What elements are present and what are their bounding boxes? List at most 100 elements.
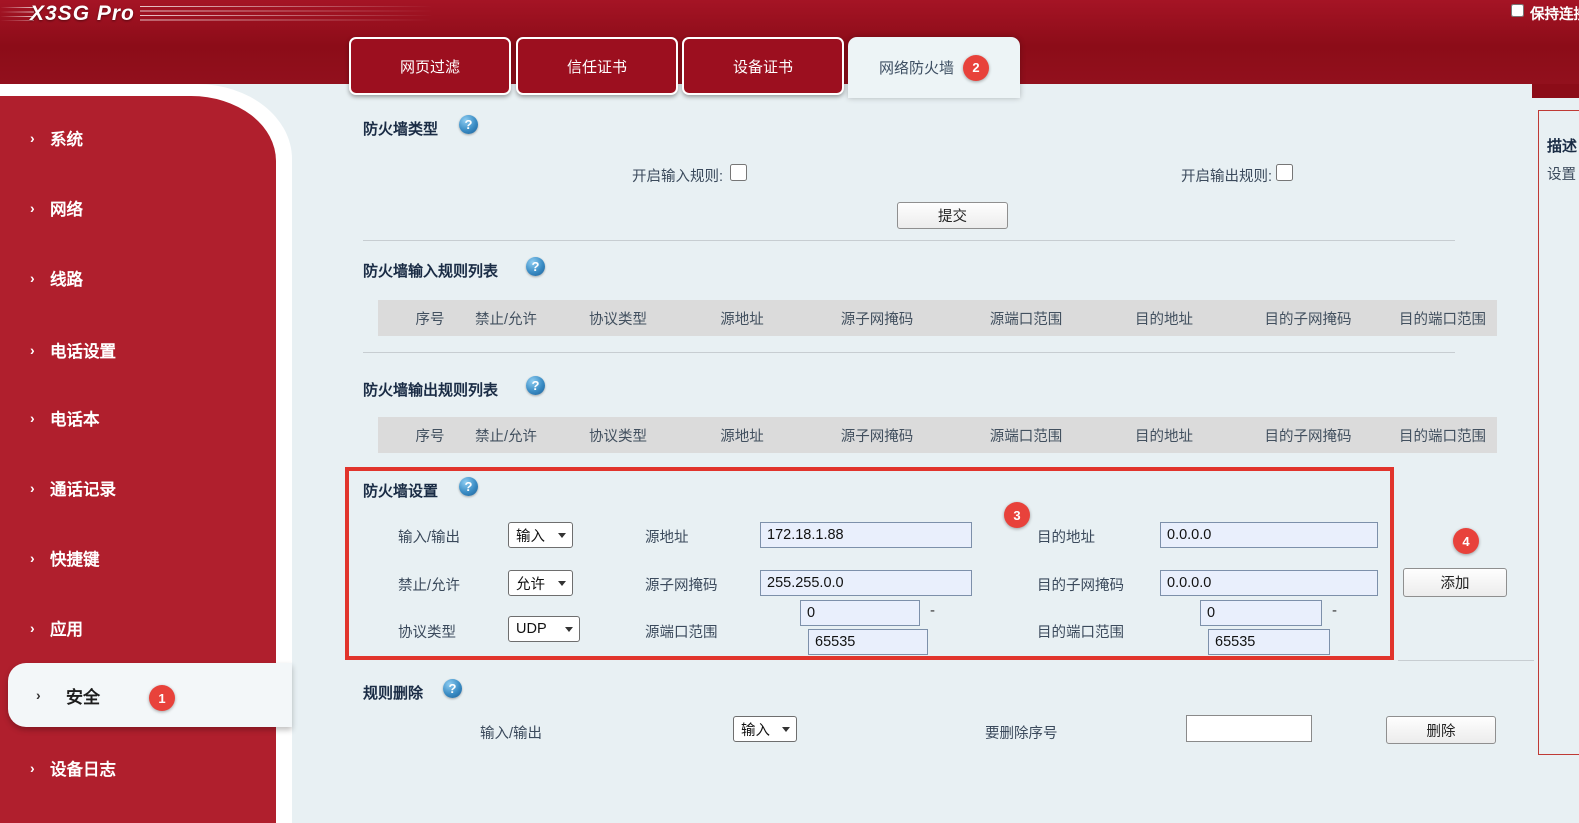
add-button[interactable]: 添加 xyxy=(1403,568,1507,597)
dst-port-range-label: 目的端口范围 xyxy=(1037,621,1124,642)
divider xyxy=(363,240,1455,241)
src-port-end-input[interactable] xyxy=(808,629,928,655)
sidebar-item-line[interactable]: › 线路 xyxy=(0,266,276,290)
dst-port-end-input[interactable] xyxy=(1208,629,1330,655)
sidebar-item-label: 网络 xyxy=(50,196,83,220)
tab-trust-certificates[interactable]: 信任证书 xyxy=(516,37,678,95)
help-icon[interactable] xyxy=(459,477,478,496)
sidebar-item-application[interactable]: › 应用 xyxy=(0,616,276,640)
tab-label: 网络防火墙 xyxy=(879,57,954,78)
column-header: 源子网掩码 xyxy=(802,308,952,329)
sidebar-item-device-log[interactable]: › 设备日志 xyxy=(0,756,276,780)
sidebar-item-label: 电话本 xyxy=(50,406,100,430)
help-icon[interactable] xyxy=(443,679,462,698)
step-4-badge: 4 xyxy=(1453,528,1479,554)
chevron-right-icon: › xyxy=(30,130,35,146)
delete-direction-select[interactable]: 输入 xyxy=(733,716,797,742)
enable-output-rules-checkbox[interactable] xyxy=(1276,164,1293,181)
sidebar-item-system[interactable]: › 系统 xyxy=(0,126,276,150)
sidebar-item-function-key[interactable]: › 快捷键 xyxy=(0,546,276,570)
logo-speedlines-right-icon xyxy=(140,6,460,22)
src-addr-input[interactable] xyxy=(760,522,972,548)
input-rules-header-row: 序号 禁止/允许 协议类型 源地址 源子网掩码 源端口范围 目的地址 目的子网掩… xyxy=(378,300,1497,336)
firewall-settings-title: 防火墙设置 xyxy=(363,480,438,501)
deny-permit-select-value: 允许 xyxy=(516,573,545,594)
tab-label: 网页过滤 xyxy=(400,56,460,77)
step-1-badge: 1 xyxy=(149,685,175,711)
sidebar-item-label: 通话记录 xyxy=(50,476,116,500)
delete-serial-input[interactable] xyxy=(1186,715,1312,742)
range-separator: - xyxy=(930,602,935,619)
help-icon[interactable] xyxy=(526,376,545,395)
tab-label: 设备证书 xyxy=(733,56,793,77)
sidebar-item-network[interactable]: › 网络 xyxy=(0,196,276,220)
column-header: 目的地址 xyxy=(1100,308,1228,329)
sidebar-item-label: 应用 xyxy=(50,616,83,640)
dst-addr-label: 目的地址 xyxy=(1037,526,1095,547)
description-panel-text: 设置 xyxy=(1547,163,1579,184)
sidebar-item-phone-settings[interactable]: › 电话设置 xyxy=(0,338,276,362)
src-mask-input[interactable] xyxy=(760,570,972,596)
sidebar-item-call-log[interactable]: › 通话记录 xyxy=(0,476,276,500)
direction-select-value: 输入 xyxy=(516,525,545,546)
column-header: 源子网掩码 xyxy=(802,425,952,446)
chevron-right-icon: › xyxy=(30,760,35,776)
help-icon[interactable] xyxy=(459,115,478,134)
delete-direction-label: 输入/输出 xyxy=(480,722,542,743)
keep-online-checkbox[interactable] xyxy=(1511,4,1524,17)
column-header: 源端口范围 xyxy=(952,308,1100,329)
dst-port-start-input[interactable] xyxy=(1200,600,1322,626)
input-rules-title: 防火墙输入规则列表 xyxy=(363,260,498,281)
chevron-right-icon: › xyxy=(36,687,41,703)
range-separator: - xyxy=(1332,602,1337,619)
sidebar-item-label: 电话设置 xyxy=(50,338,116,362)
enable-input-rules-checkbox[interactable] xyxy=(730,164,747,181)
dst-mask-input[interactable] xyxy=(1160,570,1378,596)
main-content-area xyxy=(292,84,1579,823)
protocol-label: 协议类型 xyxy=(398,621,456,642)
sidebar-item-label: 安全 xyxy=(66,683,100,708)
step-2-badge: 2 xyxy=(963,55,989,81)
tab-network-firewall[interactable]: 网络防火墙 2 xyxy=(848,37,1020,98)
step-3-badge: 3 xyxy=(1004,502,1030,528)
column-header: 目的端口范围 xyxy=(1388,425,1497,446)
src-addr-label: 源地址 xyxy=(645,526,689,547)
sidebar-item-label: 系统 xyxy=(50,126,83,150)
deny-permit-select[interactable]: 允许 xyxy=(508,570,573,596)
column-header: 源地址 xyxy=(682,308,802,329)
tab-label: 信任证书 xyxy=(567,56,627,77)
divider xyxy=(363,352,1455,353)
column-header: 目的子网掩码 xyxy=(1228,308,1388,329)
help-icon[interactable] xyxy=(526,257,545,276)
submit-button[interactable]: 提交 xyxy=(897,202,1008,229)
protocol-select[interactable]: UDP xyxy=(508,616,580,642)
column-header: 目的端口范围 xyxy=(1388,308,1497,329)
src-mask-label: 源子网掩码 xyxy=(645,574,718,595)
sidebar-item-label: 快捷键 xyxy=(50,546,100,570)
chevron-down-icon xyxy=(565,627,573,632)
chevron-down-icon xyxy=(558,533,566,538)
description-panel-title: 描述 xyxy=(1547,135,1579,156)
keep-online-label: 保持连接 xyxy=(1530,3,1579,24)
src-port-range-label: 源端口范围 xyxy=(645,621,718,642)
protocol-select-value: UDP xyxy=(516,621,547,637)
sidebar-item-label: 设备日志 xyxy=(50,756,116,780)
direction-select[interactable]: 输入 xyxy=(508,522,573,548)
description-panel: 描述 设置 xyxy=(1538,110,1579,755)
header-right-strip xyxy=(1532,84,1579,98)
direction-label: 输入/输出 xyxy=(398,526,460,547)
delete-serial-label: 要删除序号 xyxy=(985,722,1058,743)
enable-input-rules-label: 开启输入规则: xyxy=(563,165,723,186)
dst-mask-label: 目的子网掩码 xyxy=(1037,574,1124,595)
tab-web-filter[interactable]: 网页过滤 xyxy=(349,37,511,95)
dst-addr-input[interactable] xyxy=(1160,522,1378,548)
app-logo: X3SG Pro xyxy=(30,2,135,26)
logo-speedlines-left-icon xyxy=(0,7,34,21)
column-header: 源端口范围 xyxy=(952,425,1100,446)
chevron-right-icon: › xyxy=(30,200,35,216)
sidebar-item-phonebook[interactable]: › 电话本 xyxy=(0,406,276,430)
src-port-start-input[interactable] xyxy=(800,600,920,626)
delete-button[interactable]: 删除 xyxy=(1386,716,1496,744)
deny-permit-label: 禁止/允许 xyxy=(398,574,460,595)
tab-device-certificates[interactable]: 设备证书 xyxy=(682,37,844,95)
